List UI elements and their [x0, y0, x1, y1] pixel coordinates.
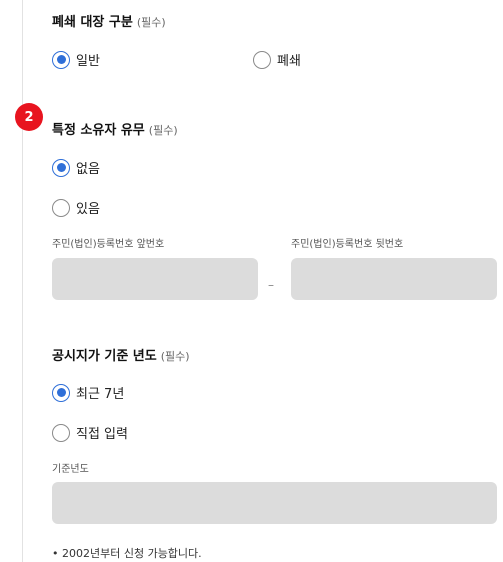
radio-checked-icon[interactable] [52, 50, 70, 69]
required-tag: (필수) [136, 16, 166, 29]
radio-recent-7-years[interactable]: 최근 7년 [52, 383, 124, 402]
radio-label: 없음 [76, 162, 100, 177]
section-title-owner: 특정 소유자 유무 (필수) [52, 119, 178, 138]
section-title-year: 공시지가 기준 년도 (필수) [52, 345, 190, 364]
radio-label: 일반 [76, 54, 100, 69]
radio-owner-exists[interactable]: 있음 [52, 198, 100, 217]
radio-unchecked-icon[interactable] [253, 50, 271, 69]
year-note: • 2002년부터 신청 가능합니다. [52, 547, 202, 560]
section-title-text: 공시지가 기준 년도 [52, 349, 157, 364]
separator-dash: – [268, 278, 274, 292]
required-tag: (필수) [160, 350, 190, 363]
radio-unchecked-icon[interactable] [52, 423, 70, 442]
section-title-text: 특정 소유자 유무 [52, 123, 145, 138]
front-number-input[interactable] [52, 258, 258, 300]
step-badge: 2 [15, 103, 43, 131]
back-number-label: 주민(법인)등록번호 뒷번호 [291, 239, 404, 250]
radio-direct-input[interactable]: 직접 입력 [52, 423, 128, 442]
year-input[interactable] [52, 482, 497, 524]
left-divider [22, 0, 23, 562]
radio-general[interactable]: 일반 [52, 50, 100, 69]
section-title-closure: 폐쇄 대장 구분 (필수) [52, 11, 166, 30]
radio-closed[interactable]: 폐쇄 [253, 50, 301, 69]
radio-label: 직접 입력 [76, 427, 128, 442]
radio-unchecked-icon[interactable] [52, 198, 70, 217]
front-number-label: 주민(법인)등록번호 앞번호 [52, 239, 165, 250]
section-title-text: 폐쇄 대장 구분 [52, 15, 133, 30]
radio-label: 최근 7년 [76, 387, 125, 402]
radio-checked-icon[interactable] [52, 158, 70, 177]
year-label: 기준년도 [52, 464, 89, 475]
radio-label: 폐쇄 [277, 54, 301, 69]
radio-label: 있음 [76, 202, 100, 217]
radio-checked-icon[interactable] [52, 383, 70, 402]
form-page: 폐쇄 대장 구분 (필수) 일반 폐쇄 2 특정 소유자 유무 (필수) 없음 있음… [0, 0, 503, 562]
radio-owner-none[interactable]: 없음 [52, 158, 100, 177]
back-number-input[interactable] [291, 258, 497, 300]
required-tag: (필수) [148, 124, 178, 137]
